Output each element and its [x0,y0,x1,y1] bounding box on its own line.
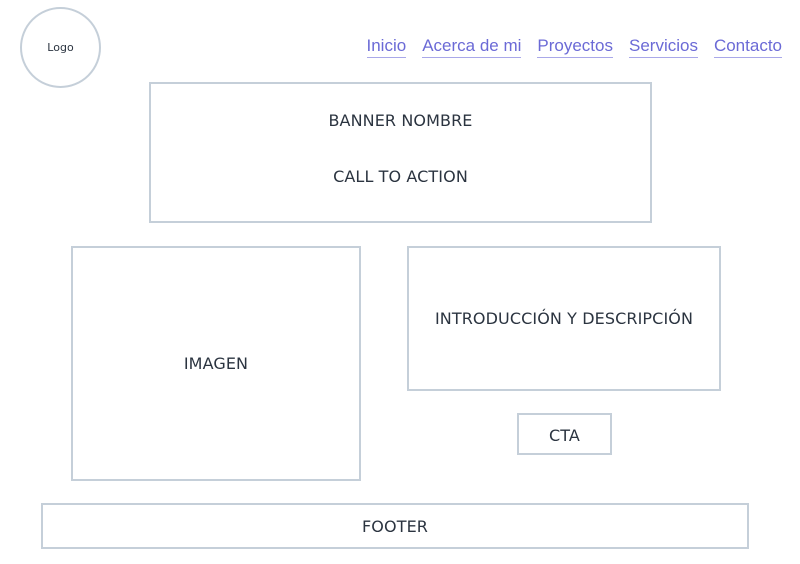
banner-name: BANNER NOMBRE [328,111,473,130]
intro-label: INTRODUCCIÓN Y DESCRIPCIÓN [434,309,694,328]
main-nav: Inicio Acerca de mi Proyectos Servicios … [366,36,782,58]
cta-button[interactable]: CTA [517,413,612,455]
banner-call-to-action[interactable]: CALL TO ACTION [151,167,650,186]
intro-box: INTRODUCCIÓN Y DESCRIPCIÓN [407,246,721,391]
banner-box: BANNER NOMBRE CALL TO ACTION [149,82,652,223]
logo[interactable]: Logo [20,7,101,88]
nav-link-proyectos[interactable]: Proyectos [537,36,613,58]
nav-link-servicios[interactable]: Servicios [628,36,698,58]
footer: FOOTER [41,503,749,549]
logo-label: Logo [47,41,74,54]
nav-link-inicio[interactable]: Inicio [366,36,407,58]
cta-label: CTA [549,426,580,445]
image-placeholder: IMAGEN [71,246,361,481]
footer-label: FOOTER [362,517,428,536]
image-label: IMAGEN [183,354,249,373]
nav-link-contacto[interactable]: Contacto [713,36,782,58]
nav-link-acerca-de-mi[interactable]: Acerca de mi [422,36,522,58]
